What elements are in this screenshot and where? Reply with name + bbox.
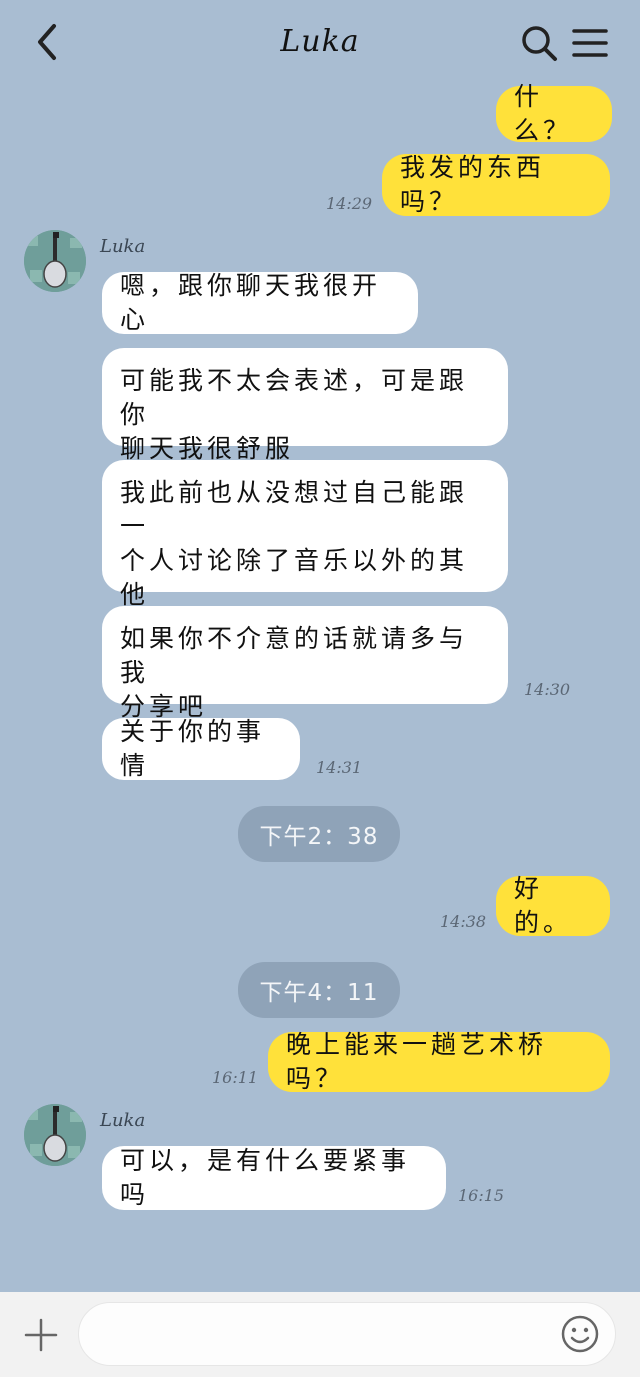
message-text: 什么？ (514, 82, 573, 145)
message-text: 好的。 (514, 874, 573, 937)
message-bubble-sent[interactable]: 好的。 (496, 874, 610, 937)
date-divider: 下午4：11 (238, 962, 400, 1018)
message-bubble-received[interactable]: 如果你不介意的话就请多与我 分享吧 (102, 606, 508, 721)
message-text: 关于你的事情 (120, 717, 266, 780)
message-time: 16:11 (212, 1068, 259, 1087)
message-bubble-sent[interactable]: 晚上能来一趟艺术桥吗？ (268, 1030, 610, 1093)
message-line: 如果你不介意的话就请多与我 (120, 624, 469, 687)
message-bubble-received[interactable]: 我此前也从没想过自己能跟一 个人讨论除了音乐以外的其他 事物 (102, 460, 508, 643)
message-time: 16:15 (458, 1186, 505, 1205)
menu-icon (572, 29, 608, 57)
message-time: 14:30 (524, 680, 571, 699)
sender-name: Luka (100, 236, 146, 257)
message-time: 14:38 (440, 912, 487, 931)
composer-bar (0, 1292, 640, 1377)
emoji-button[interactable] (560, 1314, 600, 1354)
divider-text: 下午4：11 (259, 980, 379, 1006)
message-bubble-sent[interactable]: 什么？ (496, 82, 612, 145)
avatar[interactable] (24, 1104, 86, 1166)
guitar-avatar-icon (24, 1104, 86, 1166)
attach-button[interactable] (24, 1318, 58, 1352)
message-line: 个人讨论除了音乐以外的其他 (120, 546, 469, 609)
message-text: 晚上能来一趟艺术桥吗？ (286, 1030, 548, 1093)
message-text: 可以，是有什么要紧事吗 (120, 1146, 411, 1209)
search-icon (522, 26, 557, 61)
message-bubble-received[interactable]: 关于你的事情 (102, 717, 300, 780)
avatar[interactable] (24, 230, 86, 292)
plus-icon (24, 1318, 58, 1352)
message-bubble-received[interactable]: 嗯，跟你聊天我很开心 (102, 271, 418, 334)
message-line: 可能我不太会表述，可是跟你 (120, 366, 469, 429)
message-text: 我发的东西吗？ (400, 153, 546, 216)
message-input[interactable] (78, 1302, 616, 1366)
message-time: 14:29 (326, 194, 373, 213)
menu-button[interactable] (572, 26, 608, 60)
message-bubble-received[interactable]: 可以，是有什么要紧事吗 (102, 1146, 446, 1210)
message-text: 嗯，跟你聊天我很开心 (120, 271, 382, 334)
message-bubble-received[interactable]: 可能我不太会表述，可是跟你 聊天我很舒服 (102, 348, 508, 463)
divider-text: 下午2：38 (259, 824, 379, 850)
emoji-icon (561, 1315, 599, 1353)
guitar-avatar-icon (24, 230, 86, 292)
chat-header: Luka (0, 0, 640, 86)
message-bubble-sent[interactable]: 我发的东西吗？ (382, 153, 610, 216)
message-time: 14:31 (316, 758, 363, 777)
date-divider: 下午2：38 (238, 806, 400, 862)
search-button[interactable] (520, 24, 558, 62)
sender-name: Luka (100, 1110, 146, 1131)
message-line: 我此前也从没想过自己能跟一 (120, 478, 469, 541)
